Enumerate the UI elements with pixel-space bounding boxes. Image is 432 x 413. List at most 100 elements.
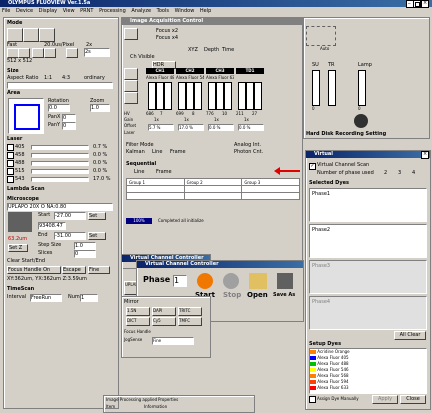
xz-mode-icon[interactable] (39, 28, 55, 42)
laser-488-checkbox[interactable] (7, 160, 14, 167)
ch1-hv-slider[interactable] (148, 82, 156, 110)
mirror-tritc[interactable]: TRITC (178, 307, 202, 316)
virtual-channel-scan-checkbox[interactable]: ✓ (309, 163, 316, 170)
ch2-hv-slider[interactable] (178, 82, 186, 110)
open-label[interactable]: Open (247, 291, 268, 299)
step-field[interactable]: 1.0 (74, 242, 96, 250)
rotation-field[interactable]: 0.0 (48, 104, 70, 112)
area-roi-box[interactable] (14, 104, 40, 130)
seq-frame[interactable]: Frame (156, 169, 172, 175)
ratio-ordinary[interactable]: ordinary (84, 75, 105, 81)
ch1-laser[interactable]: 5.7 % (148, 124, 174, 131)
td1-offset-slider[interactable] (254, 82, 262, 110)
open-folder-icon[interactable] (249, 273, 267, 289)
focus-x2-icon[interactable] (124, 28, 138, 40)
area-preview[interactable] (8, 98, 44, 134)
speed-field[interactable]: 2s (84, 48, 110, 57)
set-z-button[interactable]: Set Z (8, 244, 28, 252)
size-slider[interactable] (7, 82, 113, 89)
scan-faster-button[interactable] (18, 48, 30, 58)
xy-mode-icon[interactable] (7, 28, 23, 42)
zoom-field[interactable]: 1.0 (90, 104, 110, 112)
properties-tab[interactable]: Properties (158, 397, 178, 403)
maximize-button[interactable] (413, 0, 421, 8)
stop-label[interactable]: Stop (223, 291, 241, 299)
menu-device[interactable]: Device (16, 8, 33, 14)
tool-icon-2[interactable] (124, 80, 138, 92)
ch3-offset-slider[interactable] (224, 82, 232, 110)
menu-processing[interactable]: Processing (99, 8, 126, 14)
mirror-15n[interactable]: 1.5N (126, 307, 150, 316)
ch2-gain-slider[interactable] (186, 82, 194, 110)
laser-543-slider[interactable] (31, 177, 89, 182)
laser-515-checkbox[interactable] (7, 168, 14, 175)
objective-select[interactable]: UPLAPO 20X O NA:0.80 (7, 203, 113, 211)
kalman-frame[interactable]: Frame (170, 149, 186, 155)
td1-gain-slider[interactable] (246, 82, 254, 110)
save-as-icon[interactable] (277, 273, 293, 289)
ch1-offset-slider[interactable] (164, 82, 172, 110)
ch3-dye[interactable]: Alexa Fluor 633 (206, 75, 234, 81)
phase1-box[interactable]: Phase1 (309, 188, 427, 222)
laser-405-slider[interactable] (31, 145, 89, 150)
mirror-cy5[interactable]: Cy5 (152, 317, 176, 326)
td1-hv-slider[interactable] (238, 82, 246, 110)
ch3-hv-slider[interactable] (208, 82, 216, 110)
assign-dye-checkbox[interactable] (309, 396, 316, 403)
focus-handle-button[interactable]: Focus Handle On (7, 266, 61, 274)
laser-458-checkbox[interactable] (7, 152, 14, 159)
ch2-offset-slider[interactable] (194, 82, 202, 110)
all-clear-button[interactable]: All Clear (394, 331, 426, 340)
phase2-box[interactable]: Phase2 (309, 224, 427, 258)
stop-icon[interactable] (223, 273, 239, 289)
menu-view[interactable]: View (63, 8, 75, 14)
start-set-button[interactable]: Set (88, 212, 106, 220)
ch2-laser[interactable]: 17.0 % (178, 124, 204, 131)
sequential-label[interactable]: Sequential (126, 161, 156, 167)
xt-mode-icon[interactable] (23, 28, 39, 42)
kalman-label[interactable]: Kalman (126, 149, 145, 155)
lamp-slider[interactable] (358, 70, 366, 106)
tool-icon-3[interactable] (124, 92, 138, 104)
virtual-close-icon[interactable] (421, 151, 429, 159)
time-tab[interactable]: Time (222, 47, 234, 53)
num-field[interactable]: 1 (80, 294, 98, 302)
jogsense-select[interactable]: Fine (152, 337, 194, 345)
fine-button[interactable]: Fine (88, 266, 110, 274)
start-field[interactable]: -27.00 (54, 212, 86, 220)
ch1-gain-slider[interactable] (156, 82, 164, 110)
photon-cnt-label[interactable]: Photon Cnt. (234, 149, 263, 155)
menu-help[interactable]: Help (200, 8, 211, 14)
ch-visible[interactable]: Ch Visible (130, 54, 155, 60)
ch2-dye[interactable]: Alexa Fluor 546 (176, 75, 204, 81)
mirror-dict[interactable]: DICT (126, 317, 150, 326)
ch3-laser[interactable]: 0.0 % (208, 124, 234, 131)
laser-543-checkbox[interactable] (7, 176, 14, 183)
phase-option-2[interactable]: 2 (384, 170, 387, 176)
phase-select[interactable]: 1 (173, 275, 187, 287)
menu-display[interactable]: Display (39, 8, 57, 14)
ch1-dye[interactable]: Alexa Fluor 488 (146, 75, 174, 81)
su-slider[interactable] (312, 70, 320, 106)
laser-405-checkbox[interactable] (7, 144, 14, 151)
speed-up-button[interactable] (44, 48, 56, 58)
focus-x4-label[interactable]: Focus x4 (156, 35, 178, 41)
interval-field[interactable]: FreeRun (30, 294, 62, 302)
dye-list[interactable]: Acridine Orange Alexa Fluor 405 Alexa Fl… (309, 348, 427, 394)
ratio-1-1[interactable]: 1:1 (44, 75, 52, 81)
end-set-button[interactable]: Set (88, 232, 106, 240)
image-processing-tab[interactable]: Image Processing applied (106, 397, 157, 403)
menu-file[interactable]: File (2, 8, 10, 14)
auto-dial-icon[interactable] (354, 114, 368, 128)
tr-slider[interactable] (328, 70, 336, 106)
ratio-4-3[interactable]: 4:3 (62, 75, 70, 81)
clear-start-end[interactable]: Clear Start/End (7, 258, 45, 264)
phase-option-3[interactable]: 3 (398, 170, 401, 176)
dye-item[interactable]: Alexa Fluor 633 (310, 385, 426, 391)
phase3-box[interactable]: Phase3 (309, 260, 427, 294)
laser-458-slider[interactable] (31, 153, 89, 158)
kalman-line[interactable]: Line (152, 149, 162, 155)
depth-tab[interactable]: Depth (204, 47, 219, 53)
position-field[interactable]: 93408.47 (38, 222, 66, 230)
panx-field[interactable]: 0 (62, 114, 76, 122)
